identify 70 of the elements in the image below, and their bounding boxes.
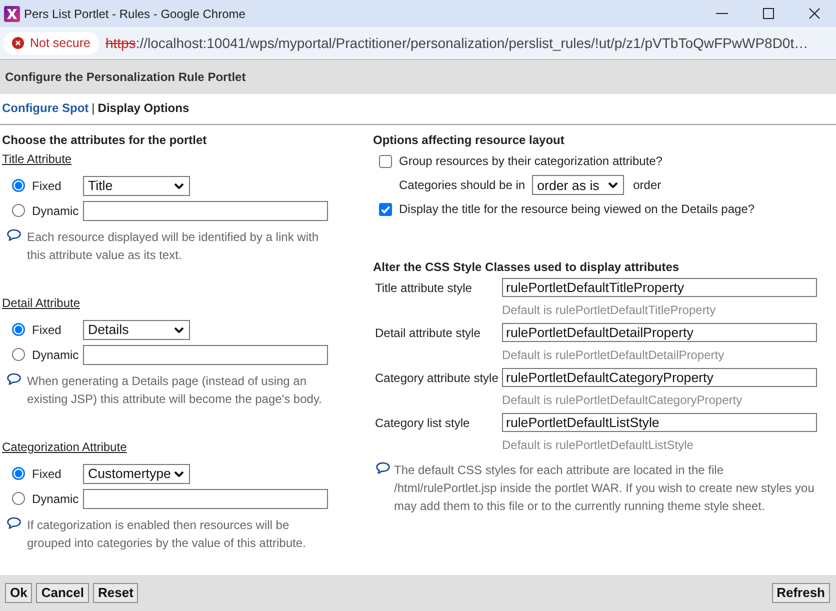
checkbox[interactable] — [379, 154, 392, 168]
section-heading: Alter the CSS Style Classes used to display attributes — [373, 259, 680, 276]
style-label: Detail attribute style — [375, 326, 480, 340]
checkbox-label: Group resources by their categorization attribute? — [399, 154, 662, 168]
portlet-header: Configure the Personalization Rule Portlet — [0, 60, 836, 94]
action-button[interactable]: Cancel — [36, 583, 89, 603]
input-field[interactable] — [83, 200, 328, 220]
option-label: Fixed — [32, 178, 62, 192]
chevron-down-icon — [174, 470, 184, 476]
app-logo-icon — [4, 6, 20, 22]
x-circle-icon — [12, 37, 24, 49]
default-hint: Default is rulePortletDefaultListStyle — [502, 438, 694, 452]
attribute-select[interactable]: Customertype — [83, 464, 190, 484]
style-label: Category list style — [375, 416, 470, 430]
radio-button[interactable] — [12, 492, 25, 505]
security-chip[interactable]: Not secure — [3, 32, 100, 54]
option-label: Dynamic — [32, 348, 79, 362]
radio-button[interactable] — [12, 467, 25, 480]
speech-bubble-icon — [7, 517, 21, 529]
option-label: Fixed — [32, 466, 62, 480]
radio-button[interactable] — [12, 204, 25, 217]
window-title: Pers List Portlet - Rules - Google Chrome — [24, 6, 246, 20]
option-label: Fixed — [32, 322, 62, 336]
section-heading: Choose the attributes for the portlet — [2, 132, 208, 149]
attribute-group-label: Detail Attribute — [2, 296, 80, 310]
input-field[interactable]: rulePortletDefaultDetailProperty — [502, 323, 817, 342]
help-text: Each resource displayed will be identified by a link with this attribute value as its text. — [27, 229, 320, 264]
input-field[interactable] — [83, 488, 328, 508]
input-field[interactable]: rulePortletDefaultTitleProperty — [502, 278, 817, 297]
address-field[interactable]: https://localhost:10041/wps/myportal/Practitioner/personalization/perslist_rules/!ut/p/z1/pVTbToQwFPwWP8D0t… — [105, 35, 808, 51]
radio-button[interactable] — [12, 179, 25, 192]
speech-bubble-icon — [7, 229, 21, 241]
section-heading: Options affecting resource layout — [373, 132, 566, 149]
refresh-button[interactable]: Refresh — [772, 583, 830, 603]
chevron-down-icon — [174, 326, 184, 332]
option-label: Dynamic — [32, 492, 79, 506]
select-suffix: order — [633, 178, 662, 192]
action-button[interactable]: Ok — [5, 583, 32, 603]
attribute-select[interactable]: Details — [83, 320, 190, 340]
attribute-group-label: Title Attribute — [2, 152, 72, 166]
chevron-down-icon — [608, 182, 618, 188]
nav-separator: | — [92, 100, 95, 117]
option-label: Dynamic — [32, 204, 79, 218]
attribute-select[interactable]: Title — [83, 176, 190, 196]
help-text: The default CSS styles for each attribute are located in the file /html/rulePortlet.jsp inside the portlet WAR. If you wish to create new styles you may add them to this file or to the currently running theme style sheet. — [394, 462, 816, 515]
style-label: Title attribute style — [375, 280, 472, 294]
speech-bubble-icon — [376, 462, 390, 474]
speech-bubble-icon — [7, 373, 21, 385]
attribute-group-label: Categorization Attribute — [2, 440, 127, 454]
help-text: When generating a Details page (instead of using an existing JSP) this attribute will become the page's body. — [27, 373, 323, 408]
maximize-icon[interactable] — [763, 8, 774, 19]
default-hint: Default is rulePortletDefaultTitleProperty — [502, 303, 716, 317]
radio-button[interactable] — [12, 348, 25, 361]
order-select[interactable]: order as is — [532, 175, 624, 195]
input-field[interactable]: rulePortletDefaultListStyle — [502, 413, 817, 432]
radio-button[interactable] — [12, 323, 25, 336]
chevron-down-icon — [174, 182, 184, 188]
nav-link[interactable]: Configure Spot — [2, 99, 89, 117]
style-label: Category attribute style — [375, 370, 498, 384]
select-label: Categories should be in — [399, 178, 526, 192]
input-field[interactable] — [83, 344, 328, 364]
checkbox[interactable] — [379, 202, 392, 216]
help-text: If categorization is enabled then resources will be grouped into categories by the value of this attribute. — [27, 517, 307, 552]
default-hint: Default is rulePortletDefaultCategoryProperty — [502, 393, 742, 407]
input-field[interactable]: rulePortletDefaultCategoryProperty — [502, 368, 817, 387]
nav-link[interactable]: Display Options — [98, 99, 190, 117]
action-button[interactable]: Reset — [92, 583, 138, 603]
close-icon[interactable] — [809, 8, 820, 19]
default-hint: Default is rulePortletDefaultDetailProperty — [502, 348, 724, 362]
checkbox-label: Display the title for the resource being viewed on the Details page? — [399, 202, 755, 216]
